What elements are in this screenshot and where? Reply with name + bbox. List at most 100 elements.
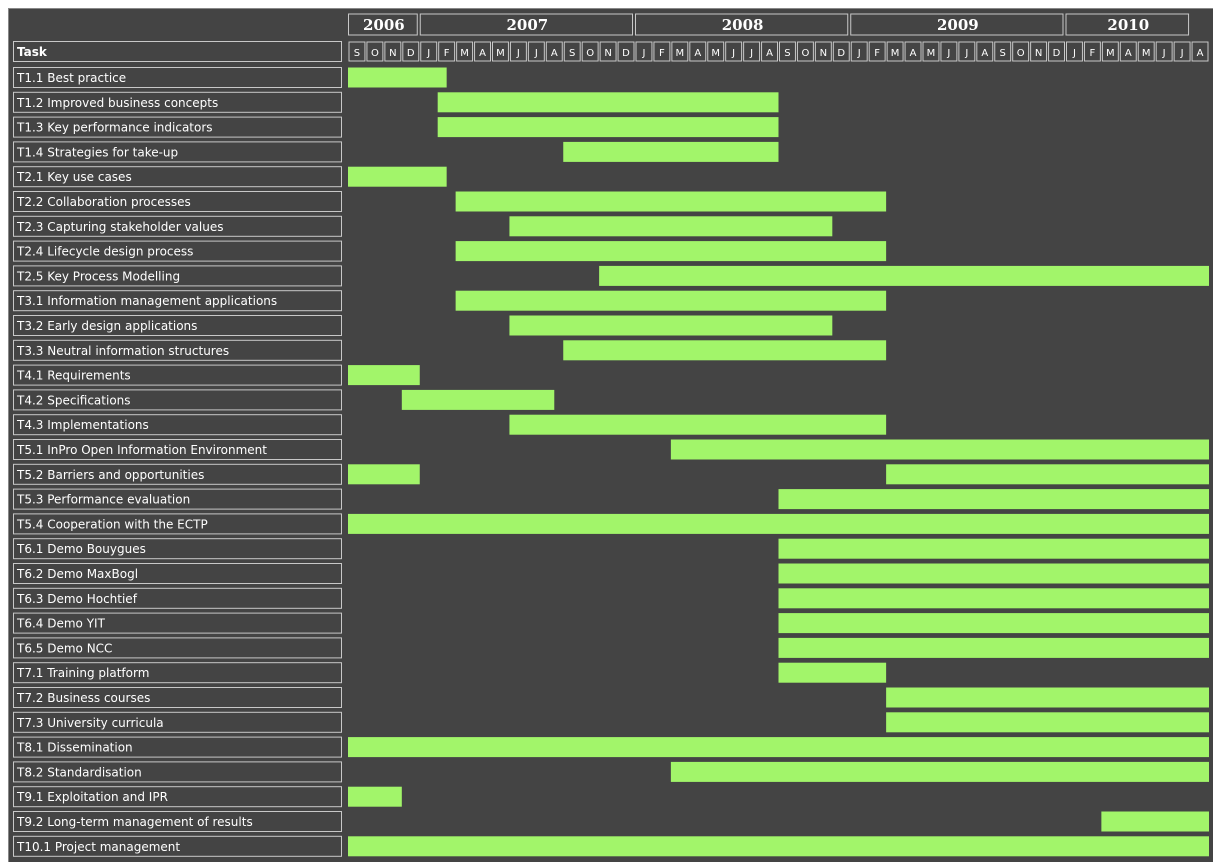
task-label: T7.3 University curricula: [16, 716, 164, 730]
task-bar: [455, 191, 887, 212]
task-label: T1.3 Key performance indicators: [16, 121, 213, 135]
task-bar: [670, 761, 1209, 782]
task-bar: [670, 439, 1209, 460]
month-label: F: [444, 48, 450, 59]
task-bar: [348, 67, 447, 88]
month-label: S: [354, 48, 360, 59]
month-label: N: [820, 48, 827, 59]
task-label: T6.4 Demo YIT: [16, 617, 106, 631]
month-label: A: [694, 48, 701, 59]
task-bar: [348, 786, 402, 807]
month-label: M: [1106, 48, 1115, 59]
month-label: J: [1072, 48, 1076, 59]
task-label: T1.2 Improved business concepts: [16, 96, 218, 110]
task-label: T5.3 Performance evaluation: [16, 493, 190, 507]
month-label: O: [586, 48, 594, 59]
task-label: T8.1 Dissemination: [16, 741, 133, 755]
task-bar: [401, 389, 555, 410]
month-label: A: [981, 48, 988, 59]
task-bar: [778, 613, 1209, 634]
gantt-chart: 2006 2007 2008 2009 2010 Task S O N D J F M A M J J A S O N D…: [8, 8, 1213, 862]
month-label: F: [1090, 48, 1096, 59]
month-label: D: [407, 48, 415, 59]
task-bar: [348, 513, 1209, 534]
month-label: S: [569, 48, 575, 59]
task-label: T2.5 Key Process Modelling: [16, 269, 180, 283]
task-bar: [348, 737, 1209, 758]
task-label: T3.2 Early design applications: [16, 319, 197, 333]
task-bar: [599, 265, 1209, 286]
month-label: J: [964, 48, 968, 59]
task-label: T2.4 Lifecycle design process: [16, 245, 193, 259]
task-bar: [563, 141, 779, 162]
task-label: T5.1 InPro Open Information Environment: [16, 443, 267, 457]
month-label: N: [604, 48, 611, 59]
task-bar: [455, 290, 887, 311]
task-label: T6.3 Demo Hochtief: [16, 592, 138, 606]
month-label: A: [1125, 48, 1132, 59]
task-bar: [778, 538, 1209, 559]
task-label: T4.1 Requirements: [16, 369, 131, 383]
month-label: M: [711, 48, 720, 59]
gantt-svg: 2006 2007 2008 2009 2010Task S O N D J F M A M J J A S O N D…: [13, 13, 1209, 857]
task-bar: [437, 92, 779, 113]
task-label: T8.2 Standardisation: [16, 765, 142, 779]
month-label: D: [1053, 48, 1061, 59]
month-label: O: [801, 48, 809, 59]
task-bar: [455, 241, 887, 262]
month-label: J: [749, 48, 753, 59]
task-label: T9.1 Exploitation and IPR: [16, 790, 168, 804]
task-bar: [348, 166, 447, 187]
task-label: T1.4 Strategies for take-up: [16, 145, 178, 159]
task-label: T4.3 Implementations: [16, 418, 149, 432]
task-header-cell: [13, 41, 342, 62]
month-label: N: [1035, 48, 1042, 59]
month-label: J: [1162, 48, 1166, 59]
month-label: M: [676, 48, 685, 59]
task-label: T7.1 Training platform: [16, 666, 149, 680]
task-label: T1.1 Best practice: [16, 71, 126, 85]
task-label: T5.4 Cooperation with the ECTP: [16, 517, 208, 531]
task-label: T3.3 Neutral information structures: [16, 344, 229, 358]
task-bar: [886, 687, 1209, 708]
year-label: 2010: [1107, 16, 1149, 34]
month-label: J: [516, 48, 520, 59]
month-label: O: [371, 48, 379, 59]
month-label: S: [784, 48, 790, 59]
month-label: A: [551, 48, 558, 59]
year-label: 2007: [507, 16, 549, 34]
task-label: T4.2 Specifications: [16, 393, 131, 407]
task-bar: [778, 662, 887, 683]
task-bar: [778, 489, 1209, 510]
task-bar: [563, 340, 887, 361]
task-label: T3.1 Information management applications: [16, 294, 277, 308]
month-label: F: [874, 48, 880, 59]
month-label: J: [946, 48, 950, 59]
task-header-label: Task: [17, 45, 48, 59]
task-bar: [348, 464, 420, 485]
task-bar: [1101, 811, 1209, 832]
month-label: M: [460, 48, 469, 59]
month-label: N: [389, 48, 396, 59]
task-label: T2.1 Key use cases: [16, 170, 132, 184]
month-label: M: [1142, 48, 1151, 59]
task-label: T5.2 Barriers and opportunities: [16, 468, 204, 482]
task-bar: [886, 712, 1209, 733]
task-bar: [509, 315, 833, 336]
task-label: T2.2 Collaboration processes: [16, 195, 191, 209]
month-label: D: [837, 48, 845, 59]
task-bar: [348, 836, 1209, 857]
year-label: 2006: [363, 16, 405, 34]
month-label: J: [731, 48, 735, 59]
year-label: 2008: [722, 16, 764, 34]
month-label: J: [534, 48, 538, 59]
month-label: A: [910, 48, 917, 59]
task-bar: [348, 365, 420, 386]
task-label: T9.2 Long-term management of results: [16, 815, 253, 829]
month-label: J: [426, 48, 430, 59]
task-label: T6.2 Demo MaxBogl: [16, 567, 138, 581]
task-bar: [778, 637, 1209, 658]
task-label: T7.2 Business courses: [16, 691, 150, 705]
month-label: M: [496, 48, 505, 59]
month-label: J: [1180, 48, 1184, 59]
